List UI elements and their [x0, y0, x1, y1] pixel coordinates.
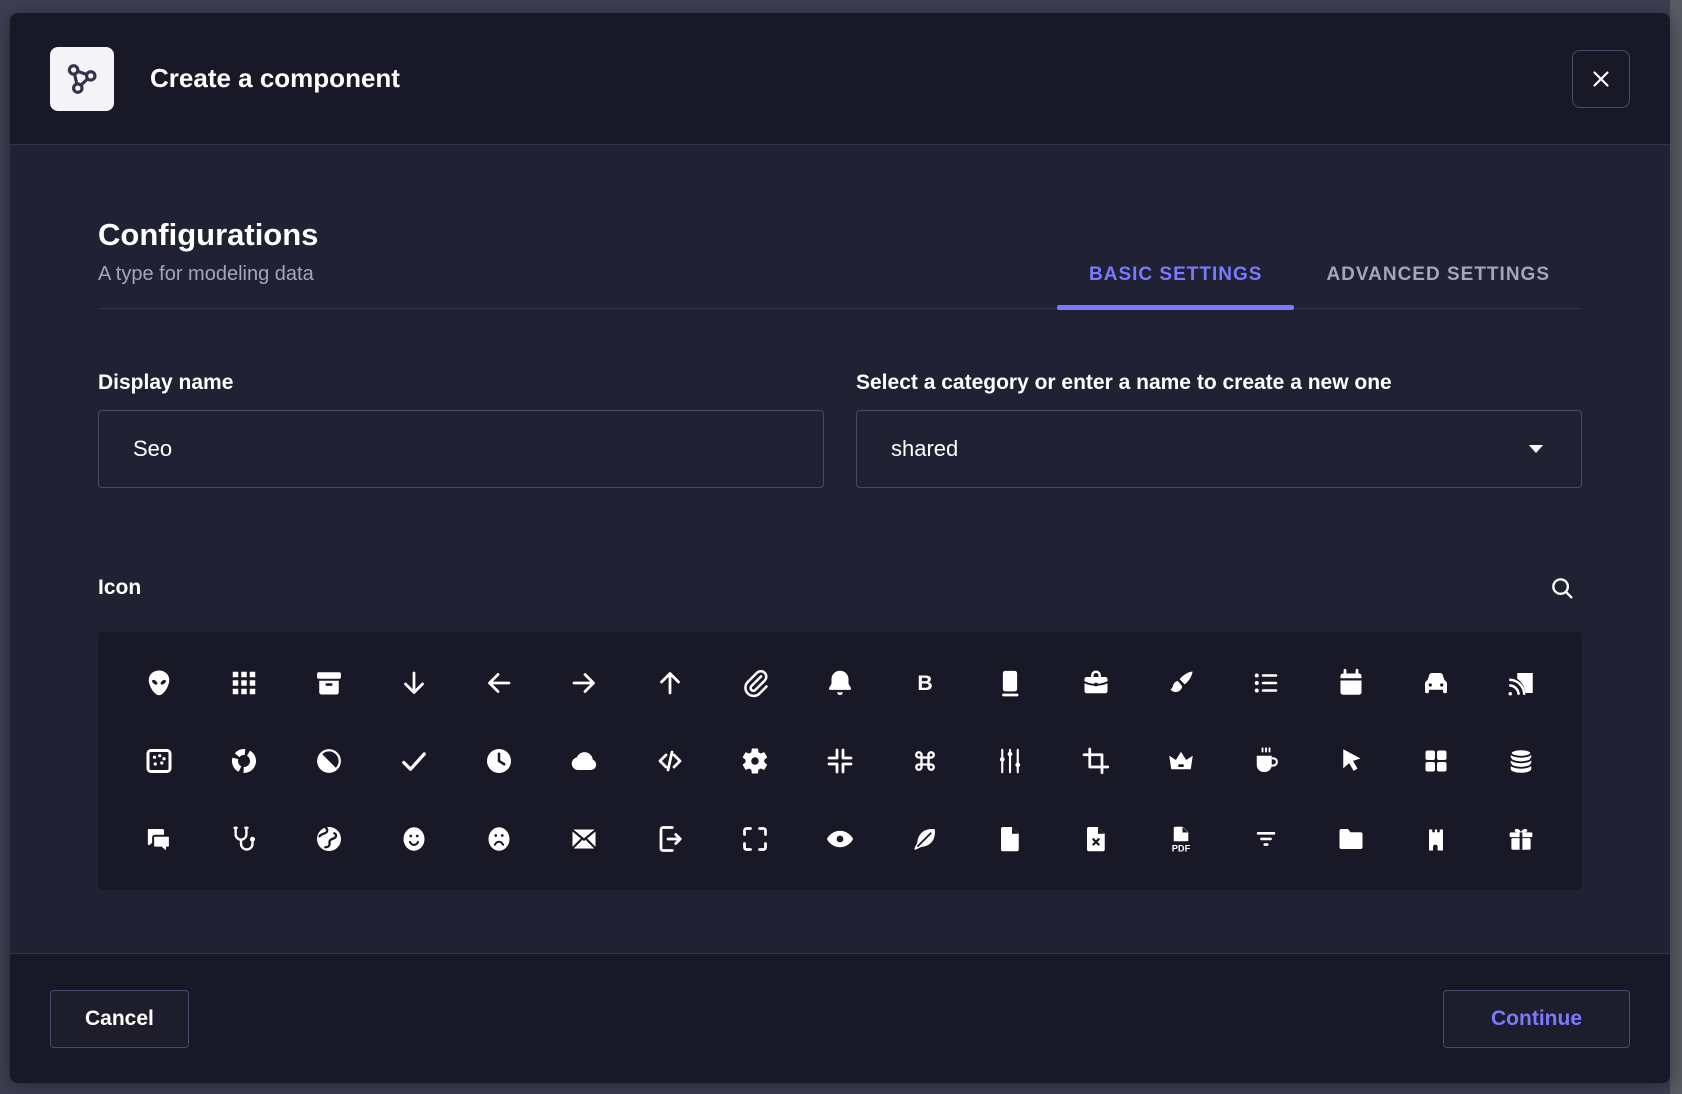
crop-icon[interactable]	[1079, 744, 1113, 778]
display-name-input[interactable]	[98, 410, 824, 488]
cog-icon[interactable]	[738, 744, 772, 778]
arrow-right-icon[interactable]	[567, 666, 601, 700]
book-icon[interactable]	[993, 666, 1027, 700]
attachment-icon[interactable]	[738, 666, 772, 700]
discuss-icon[interactable]	[142, 822, 176, 856]
create-component-modal: Create a component Configurations A type…	[10, 13, 1670, 1083]
icon-section: Icon B PDF	[98, 568, 1582, 890]
archive-icon[interactable]	[312, 666, 346, 700]
category-label: Select a category or enter a name to cre…	[856, 371, 1582, 395]
modal-header: Create a component	[10, 13, 1670, 145]
icon-label: Icon	[98, 576, 141, 600]
modal-footer: Cancel Continue	[10, 953, 1670, 1083]
bullet-list-icon[interactable]	[1249, 666, 1283, 700]
file-icon[interactable]	[993, 822, 1027, 856]
continue-button[interactable]: Continue	[1443, 990, 1630, 1048]
close-button[interactable]	[1572, 50, 1630, 108]
calendar-icon[interactable]	[1334, 666, 1368, 700]
tab-advanced-settings[interactable]: ADVANCED SETTINGS	[1294, 264, 1582, 308]
arrow-left-icon[interactable]	[482, 666, 516, 700]
chevron-down-icon	[1525, 438, 1547, 460]
sliders-icon[interactable]	[993, 744, 1027, 778]
command-icon[interactable]	[908, 744, 942, 778]
briefcase-icon[interactable]	[1079, 666, 1113, 700]
background-page-edge	[1670, 0, 1682, 1094]
check-icon[interactable]	[397, 744, 431, 778]
envelop-icon[interactable]	[567, 822, 601, 856]
feather-icon[interactable]	[908, 822, 942, 856]
cast-icon[interactable]	[1504, 666, 1538, 700]
search-icon	[1548, 574, 1576, 602]
page-title: Configurations	[98, 217, 318, 253]
emotion-unhappy-icon[interactable]	[482, 822, 516, 856]
eye-icon[interactable]	[823, 822, 857, 856]
section-head: Configurations A type for modeling data …	[98, 145, 1582, 309]
bold-icon[interactable]: B	[908, 666, 942, 700]
bell-icon[interactable]	[823, 666, 857, 700]
close-icon	[1588, 66, 1614, 92]
chart-bubble-icon[interactable]	[142, 744, 176, 778]
brush-icon[interactable]	[1164, 666, 1198, 700]
cancel-button[interactable]: Cancel	[50, 990, 189, 1048]
folder-icon[interactable]	[1334, 822, 1368, 856]
dashboard-icon[interactable]	[1419, 744, 1453, 778]
tabs: BASIC SETTINGS ADVANCED SETTINGS	[1057, 264, 1582, 308]
chart-circle-icon[interactable]	[227, 744, 261, 778]
chart-pie-icon[interactable]	[312, 744, 346, 778]
exit-icon[interactable]	[653, 822, 687, 856]
file-pdf-icon[interactable]: PDF	[1164, 822, 1198, 856]
earth-icon[interactable]	[312, 822, 346, 856]
car-icon[interactable]	[1419, 666, 1453, 700]
cloud-icon[interactable]	[567, 744, 601, 778]
icon-section-head: Icon	[98, 568, 1582, 608]
category-select-value: shared	[891, 436, 958, 462]
category-field: Select a category or enter a name to cre…	[856, 371, 1582, 488]
gift-icon[interactable]	[1504, 822, 1538, 856]
crown-icon[interactable]	[1164, 744, 1198, 778]
icon-grid: B PDF	[98, 632, 1582, 890]
file-error-icon[interactable]	[1079, 822, 1113, 856]
page-subtitle: A type for modeling data	[98, 263, 318, 286]
code-icon[interactable]	[653, 744, 687, 778]
database-icon[interactable]	[1504, 744, 1538, 778]
cursor-icon[interactable]	[1334, 744, 1368, 778]
svg-text:PDF: PDF	[1171, 843, 1190, 853]
category-select[interactable]: shared	[856, 410, 1582, 488]
doctor-icon[interactable]	[227, 822, 261, 856]
display-name-label: Display name	[98, 371, 824, 395]
alien-icon[interactable]	[142, 666, 176, 700]
collapse-icon[interactable]	[823, 744, 857, 778]
modal-title: Create a component	[150, 63, 400, 94]
cup-icon[interactable]	[1249, 744, 1283, 778]
svg-text:B: B	[917, 671, 932, 695]
apps-icon[interactable]	[227, 666, 261, 700]
clock-icon[interactable]	[482, 744, 516, 778]
tab-basic-settings[interactable]: BASIC SETTINGS	[1057, 264, 1294, 308]
component-icon	[50, 47, 114, 111]
gate-icon[interactable]	[1419, 822, 1453, 856]
expand-icon[interactable]	[738, 822, 772, 856]
section-titles: Configurations A type for modeling data	[98, 217, 318, 308]
arrow-down-icon[interactable]	[397, 666, 431, 700]
filter-icon[interactable]	[1249, 822, 1283, 856]
form-row: Display name Select a category or enter …	[98, 371, 1582, 488]
icon-search-button[interactable]	[1542, 568, 1582, 608]
emotion-happy-icon[interactable]	[397, 822, 431, 856]
arrow-up-icon[interactable]	[653, 666, 687, 700]
modal-body: Configurations A type for modeling data …	[10, 145, 1670, 953]
display-name-field: Display name	[98, 371, 824, 488]
